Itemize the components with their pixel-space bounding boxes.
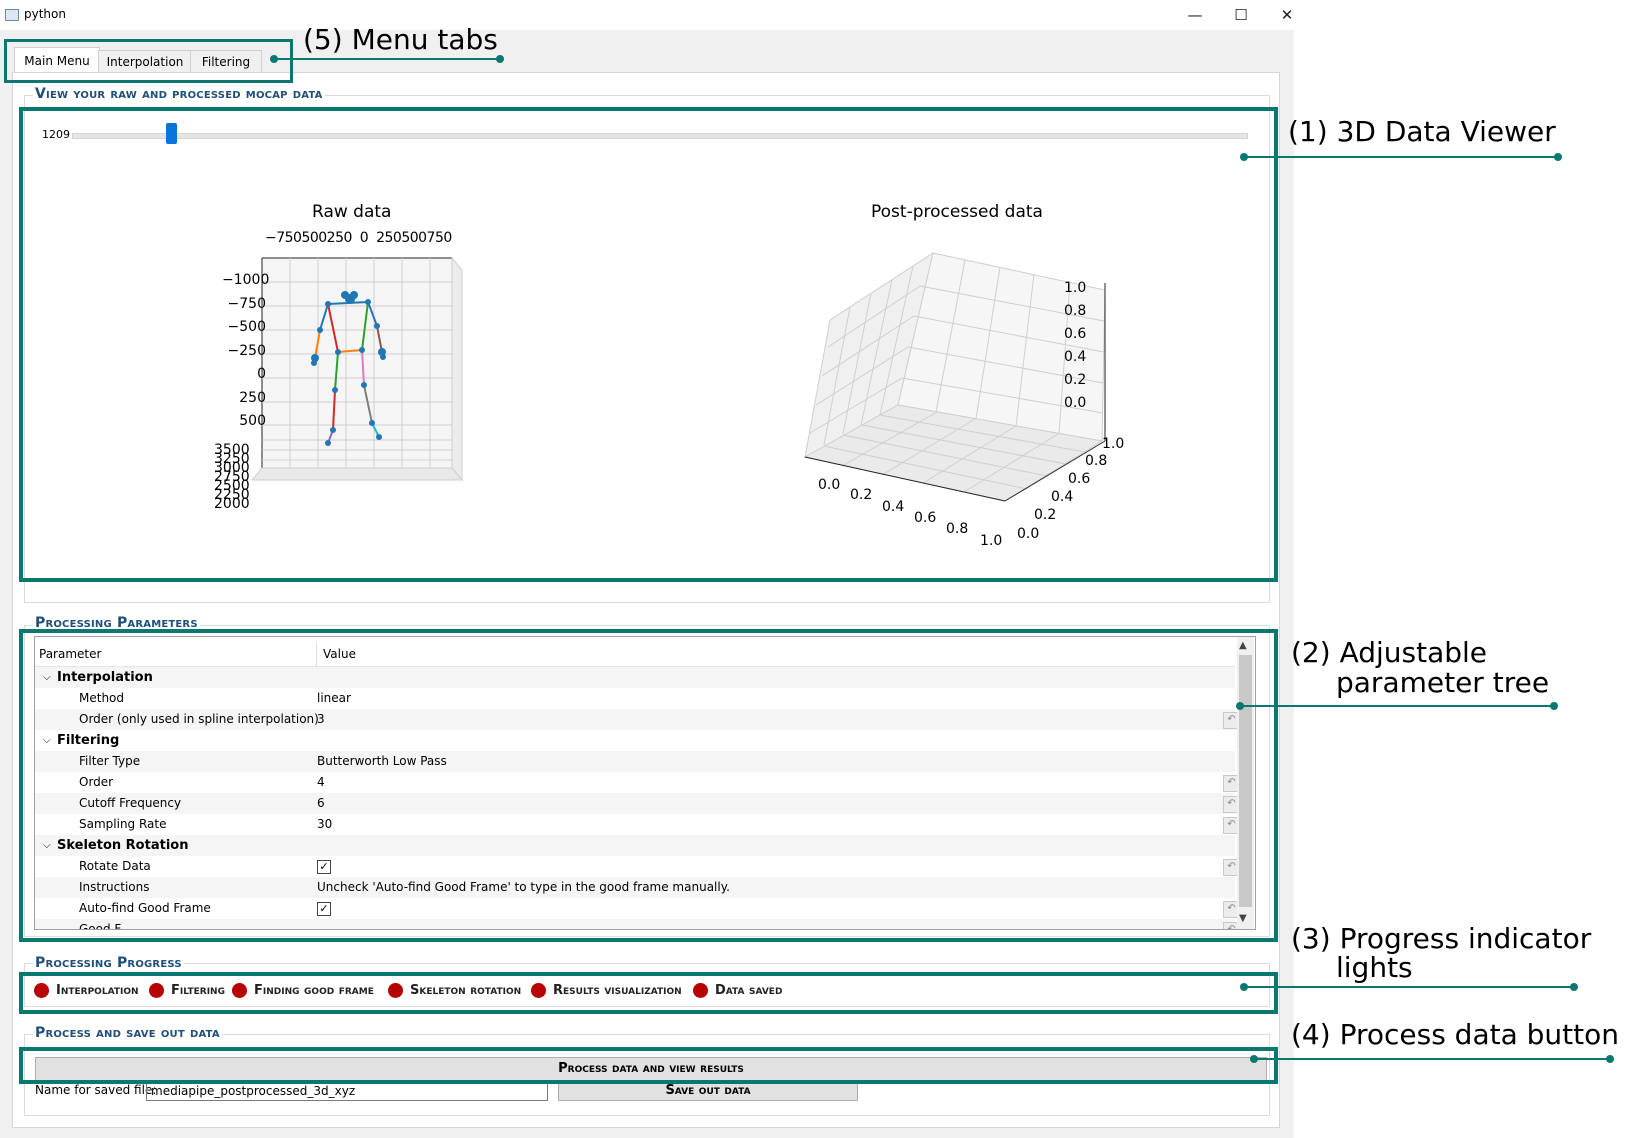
callout-line <box>273 58 501 60</box>
callout-menu-tabs: (5) Menu tabs <box>303 23 498 56</box>
callout-progress-a: (3) Progress indicator <box>1291 922 1592 955</box>
callout-dot <box>1550 702 1558 710</box>
callout-line <box>1240 705 1554 707</box>
process-group-label: Process and save out data <box>33 1025 222 1041</box>
callout-param-tree-b: parameter tree <box>1336 666 1550 699</box>
viewer-group-label: View your raw and processed mocap data <box>33 86 325 102</box>
callout-dot <box>1570 983 1578 991</box>
maximize-button[interactable]: ☐ <box>1218 0 1264 30</box>
callout-dot <box>1250 1055 1258 1063</box>
app-icon <box>5 9 19 21</box>
title-bar: python — ☐ ✕ <box>0 0 1294 30</box>
callout-box-progress <box>19 972 1278 1014</box>
window-title: python <box>24 7 66 21</box>
callout-3d-viewer: (1) 3D Data Viewer <box>1288 115 1556 148</box>
callout-box-viewer <box>19 107 1278 582</box>
callout-dot <box>1240 153 1248 161</box>
callout-box-process <box>19 1047 1278 1084</box>
callout-line <box>1244 986 1574 988</box>
callout-box-params <box>19 629 1278 942</box>
callout-progress-b: lights <box>1336 951 1413 984</box>
callout-box-tabs <box>4 39 293 83</box>
callout-dot <box>1554 153 1562 161</box>
callout-dot <box>1240 983 1248 991</box>
callout-dot <box>1236 702 1244 710</box>
callout-line <box>1254 1058 1610 1060</box>
callout-dot <box>496 55 504 63</box>
callout-dot <box>1606 1055 1614 1063</box>
minimize-button[interactable]: — <box>1172 0 1218 30</box>
callout-process-button: (4) Process data button <box>1291 1018 1620 1051</box>
progress-group-label: Processing Progress <box>33 955 184 971</box>
callout-line <box>1244 156 1558 158</box>
callout-param-tree-a: (2) Adjustable <box>1291 636 1488 669</box>
close-button[interactable]: ✕ <box>1264 0 1310 30</box>
callout-dot <box>270 55 278 63</box>
file-name-label: Name for saved file: <box>35 1083 157 1097</box>
